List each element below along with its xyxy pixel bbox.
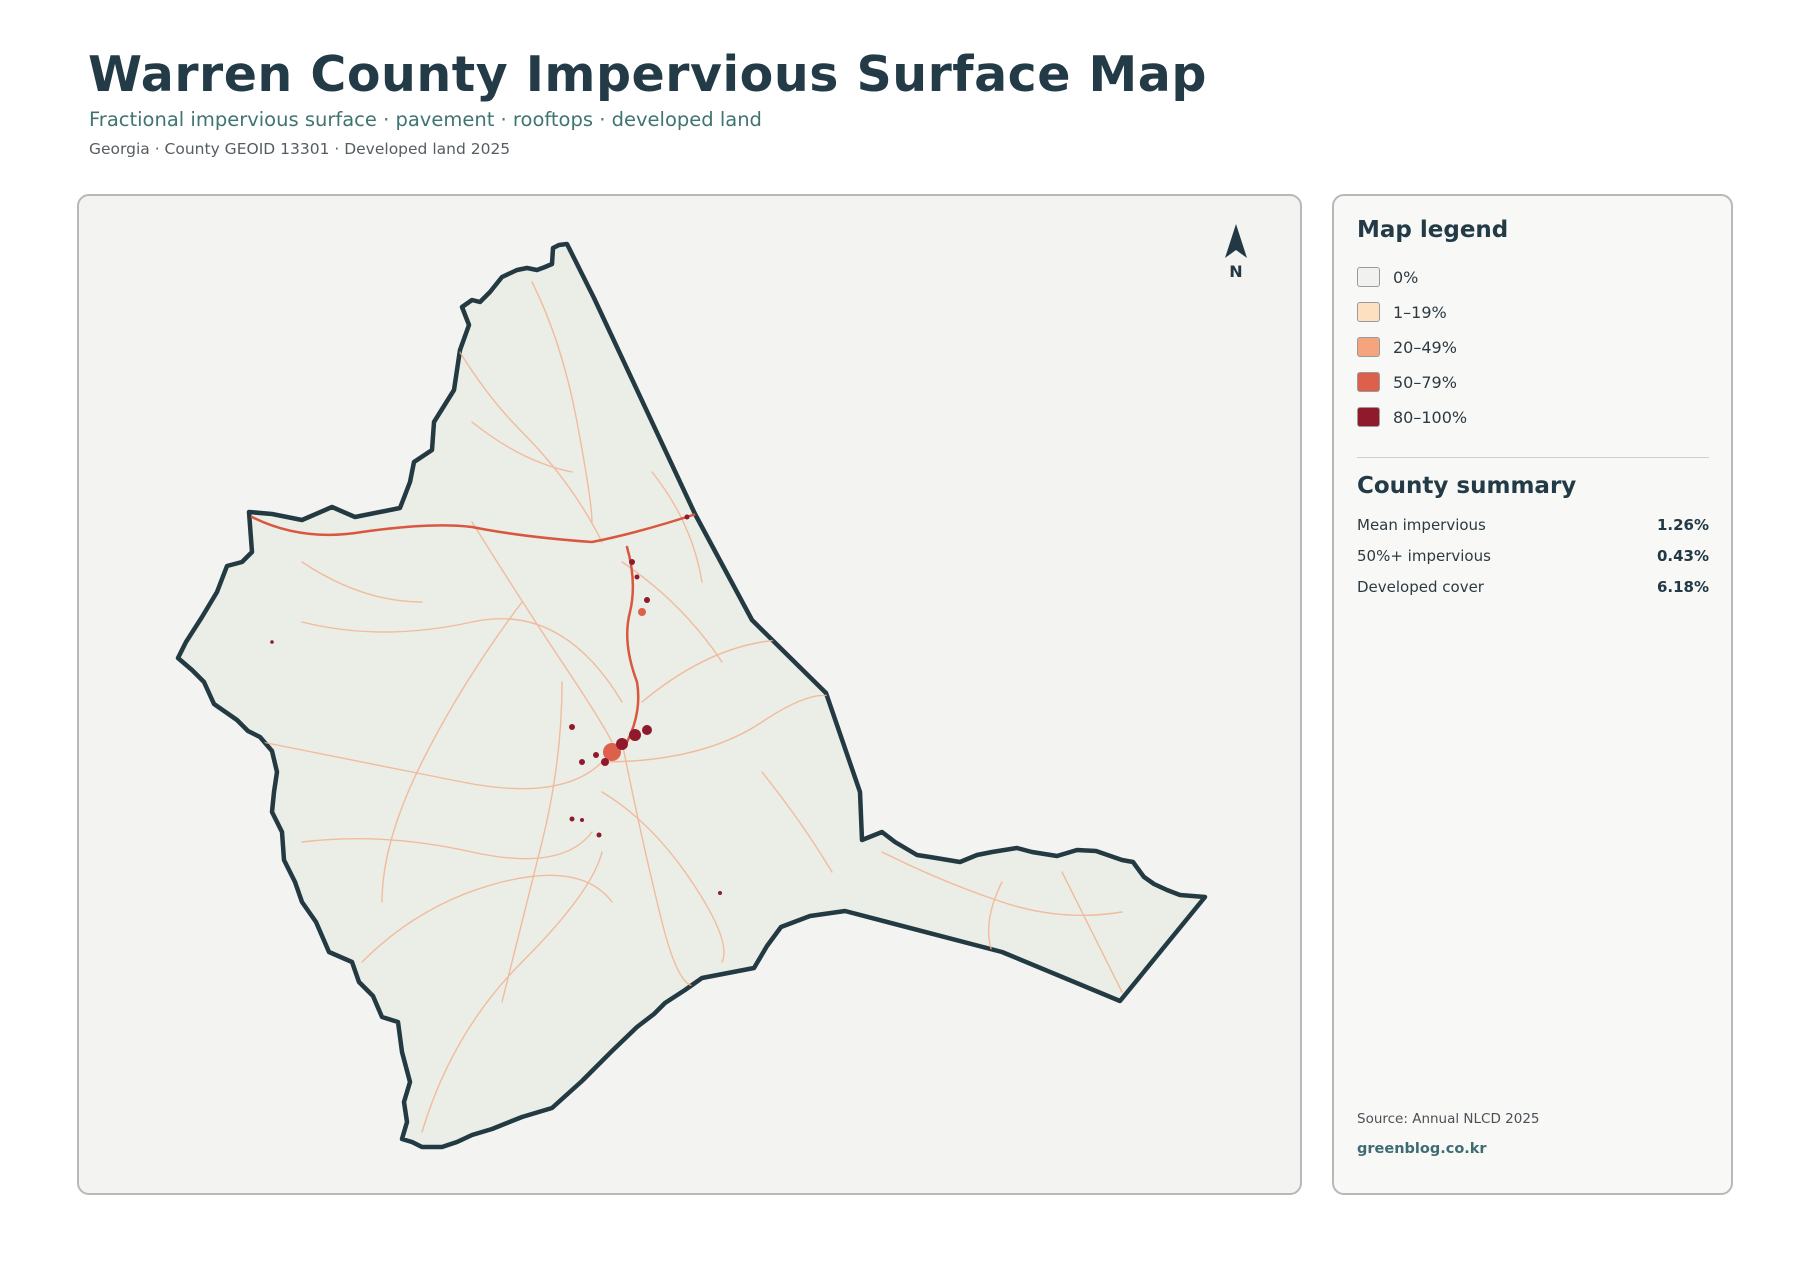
legend-label: 0%	[1393, 267, 1419, 287]
page-meta: Georgia · County GEOID 13301 · Developed…	[89, 140, 511, 158]
page-title: Warren County Impervious Surface Map	[88, 46, 1207, 103]
legend-title: Map legend	[1357, 217, 1509, 243]
source-note: Source: Annual NLCD 2025	[1357, 1111, 1540, 1127]
legend-swatch	[1357, 302, 1380, 322]
legend-item: 20–49%	[1357, 334, 1457, 360]
stat-value: 0.43%	[1656, 547, 1709, 565]
county-map[interactable]	[79, 196, 1302, 1195]
stat-row-mean-impervious: Mean impervious 1.26%	[1357, 516, 1709, 534]
legend-swatch	[1357, 372, 1380, 392]
legend-swatch	[1357, 407, 1380, 427]
legend-label: 80–100%	[1393, 407, 1468, 427]
legend-label: 20–49%	[1393, 337, 1457, 357]
legend-swatch	[1357, 337, 1380, 357]
stat-value: 6.18%	[1656, 578, 1709, 596]
site-link[interactable]: greenblog.co.kr	[1357, 1141, 1487, 1157]
north-label: N	[1229, 262, 1243, 281]
stat-label: Mean impervious	[1357, 516, 1486, 534]
page-subtitle: Fractional impervious surface · pavement…	[89, 108, 762, 131]
stat-label: 50%+ impervious	[1357, 547, 1491, 565]
stat-row-developed-cover: Developed cover 6.18%	[1357, 578, 1709, 596]
stat-row-high-impervious: 50%+ impervious 0.43%	[1357, 547, 1709, 565]
legend-item: 80–100%	[1357, 404, 1467, 430]
summary-title: County summary	[1357, 473, 1577, 499]
stat-label: Developed cover	[1357, 578, 1484, 596]
county-boundary	[175, 241, 1208, 1150]
map-panel[interactable]	[77, 194, 1302, 1195]
legend-item: 0%	[1357, 264, 1418, 290]
legend-label: 50–79%	[1393, 372, 1457, 392]
legend-label: 1–19%	[1393, 302, 1447, 322]
legend-item: 1–19%	[1357, 299, 1447, 325]
legend-divider	[1357, 457, 1709, 458]
stat-value: 1.26%	[1656, 516, 1709, 534]
legend-item: 50–79%	[1357, 369, 1457, 395]
legend-swatch	[1357, 267, 1380, 287]
